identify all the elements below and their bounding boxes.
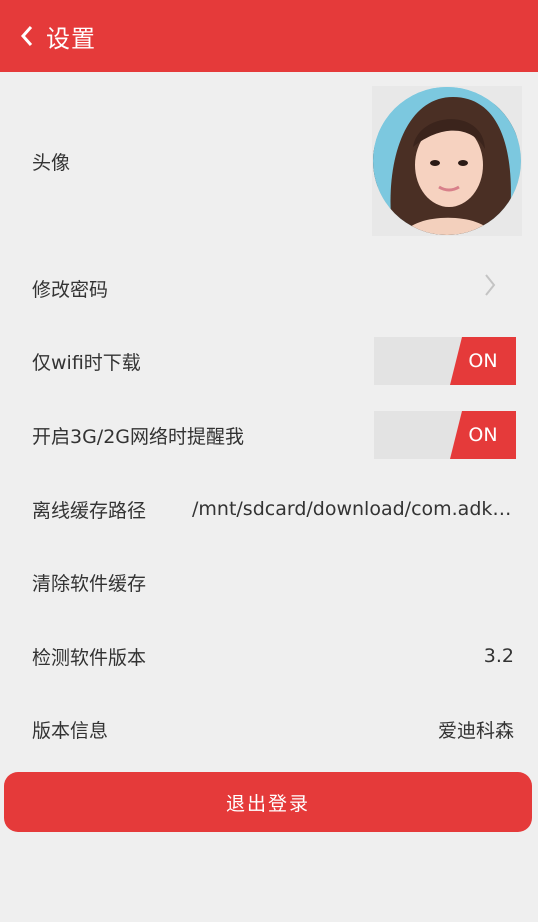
avatar-label: 头像 (32, 151, 71, 174)
version-number: 3.2 (483, 645, 514, 667)
cache-path-value: /mnt/sdcard/download/com.adks.a... (192, 498, 516, 520)
chevron-right-icon (484, 273, 496, 303)
check-version-row[interactable]: 检测软件版本 3.2 (0, 631, 538, 681)
logout-button[interactable]: 退出登录 (4, 772, 532, 832)
cache-path-row[interactable]: 离线缓存路径 /mnt/sdcard/download/com.adks.a..… (0, 484, 538, 534)
version-info-value: 爱迪科森 (437, 719, 514, 742)
toggle-on-indicator: ON (450, 337, 516, 385)
toggle-on-indicator: ON (450, 411, 516, 459)
version-info-row[interactable]: 版本信息 爱迪科森 (0, 704, 538, 754)
cache-path-label: 离线缓存路径 (32, 499, 147, 522)
clear-cache-row[interactable]: 清除软件缓存 (0, 557, 538, 607)
network-notify-toggle[interactable]: ON (374, 411, 516, 459)
page-title: 设置 (46, 24, 96, 53)
avatar (373, 87, 521, 235)
chevron-left-icon (20, 25, 34, 47)
avatar-container[interactable] (372, 86, 522, 236)
change-password-label: 修改密码 (32, 278, 109, 301)
top-bar: 设置 (0, 0, 538, 72)
check-version-label: 检测软件版本 (32, 646, 147, 669)
version-info-label: 版本信息 (32, 719, 109, 742)
clear-cache-label: 清除软件缓存 (32, 572, 147, 595)
back-button[interactable] (14, 16, 40, 56)
wifi-only-label: 仅wifi时下载 (32, 351, 141, 374)
network-notify-row: 开启3G/2G网络时提醒我 ON (0, 410, 538, 460)
wifi-only-row: 仅wifi时下载 ON (0, 336, 538, 386)
network-notify-label: 开启3G/2G网络时提醒我 (32, 425, 245, 448)
wifi-only-toggle[interactable]: ON (374, 337, 516, 385)
change-password-row[interactable]: 修改密码 (0, 262, 538, 314)
